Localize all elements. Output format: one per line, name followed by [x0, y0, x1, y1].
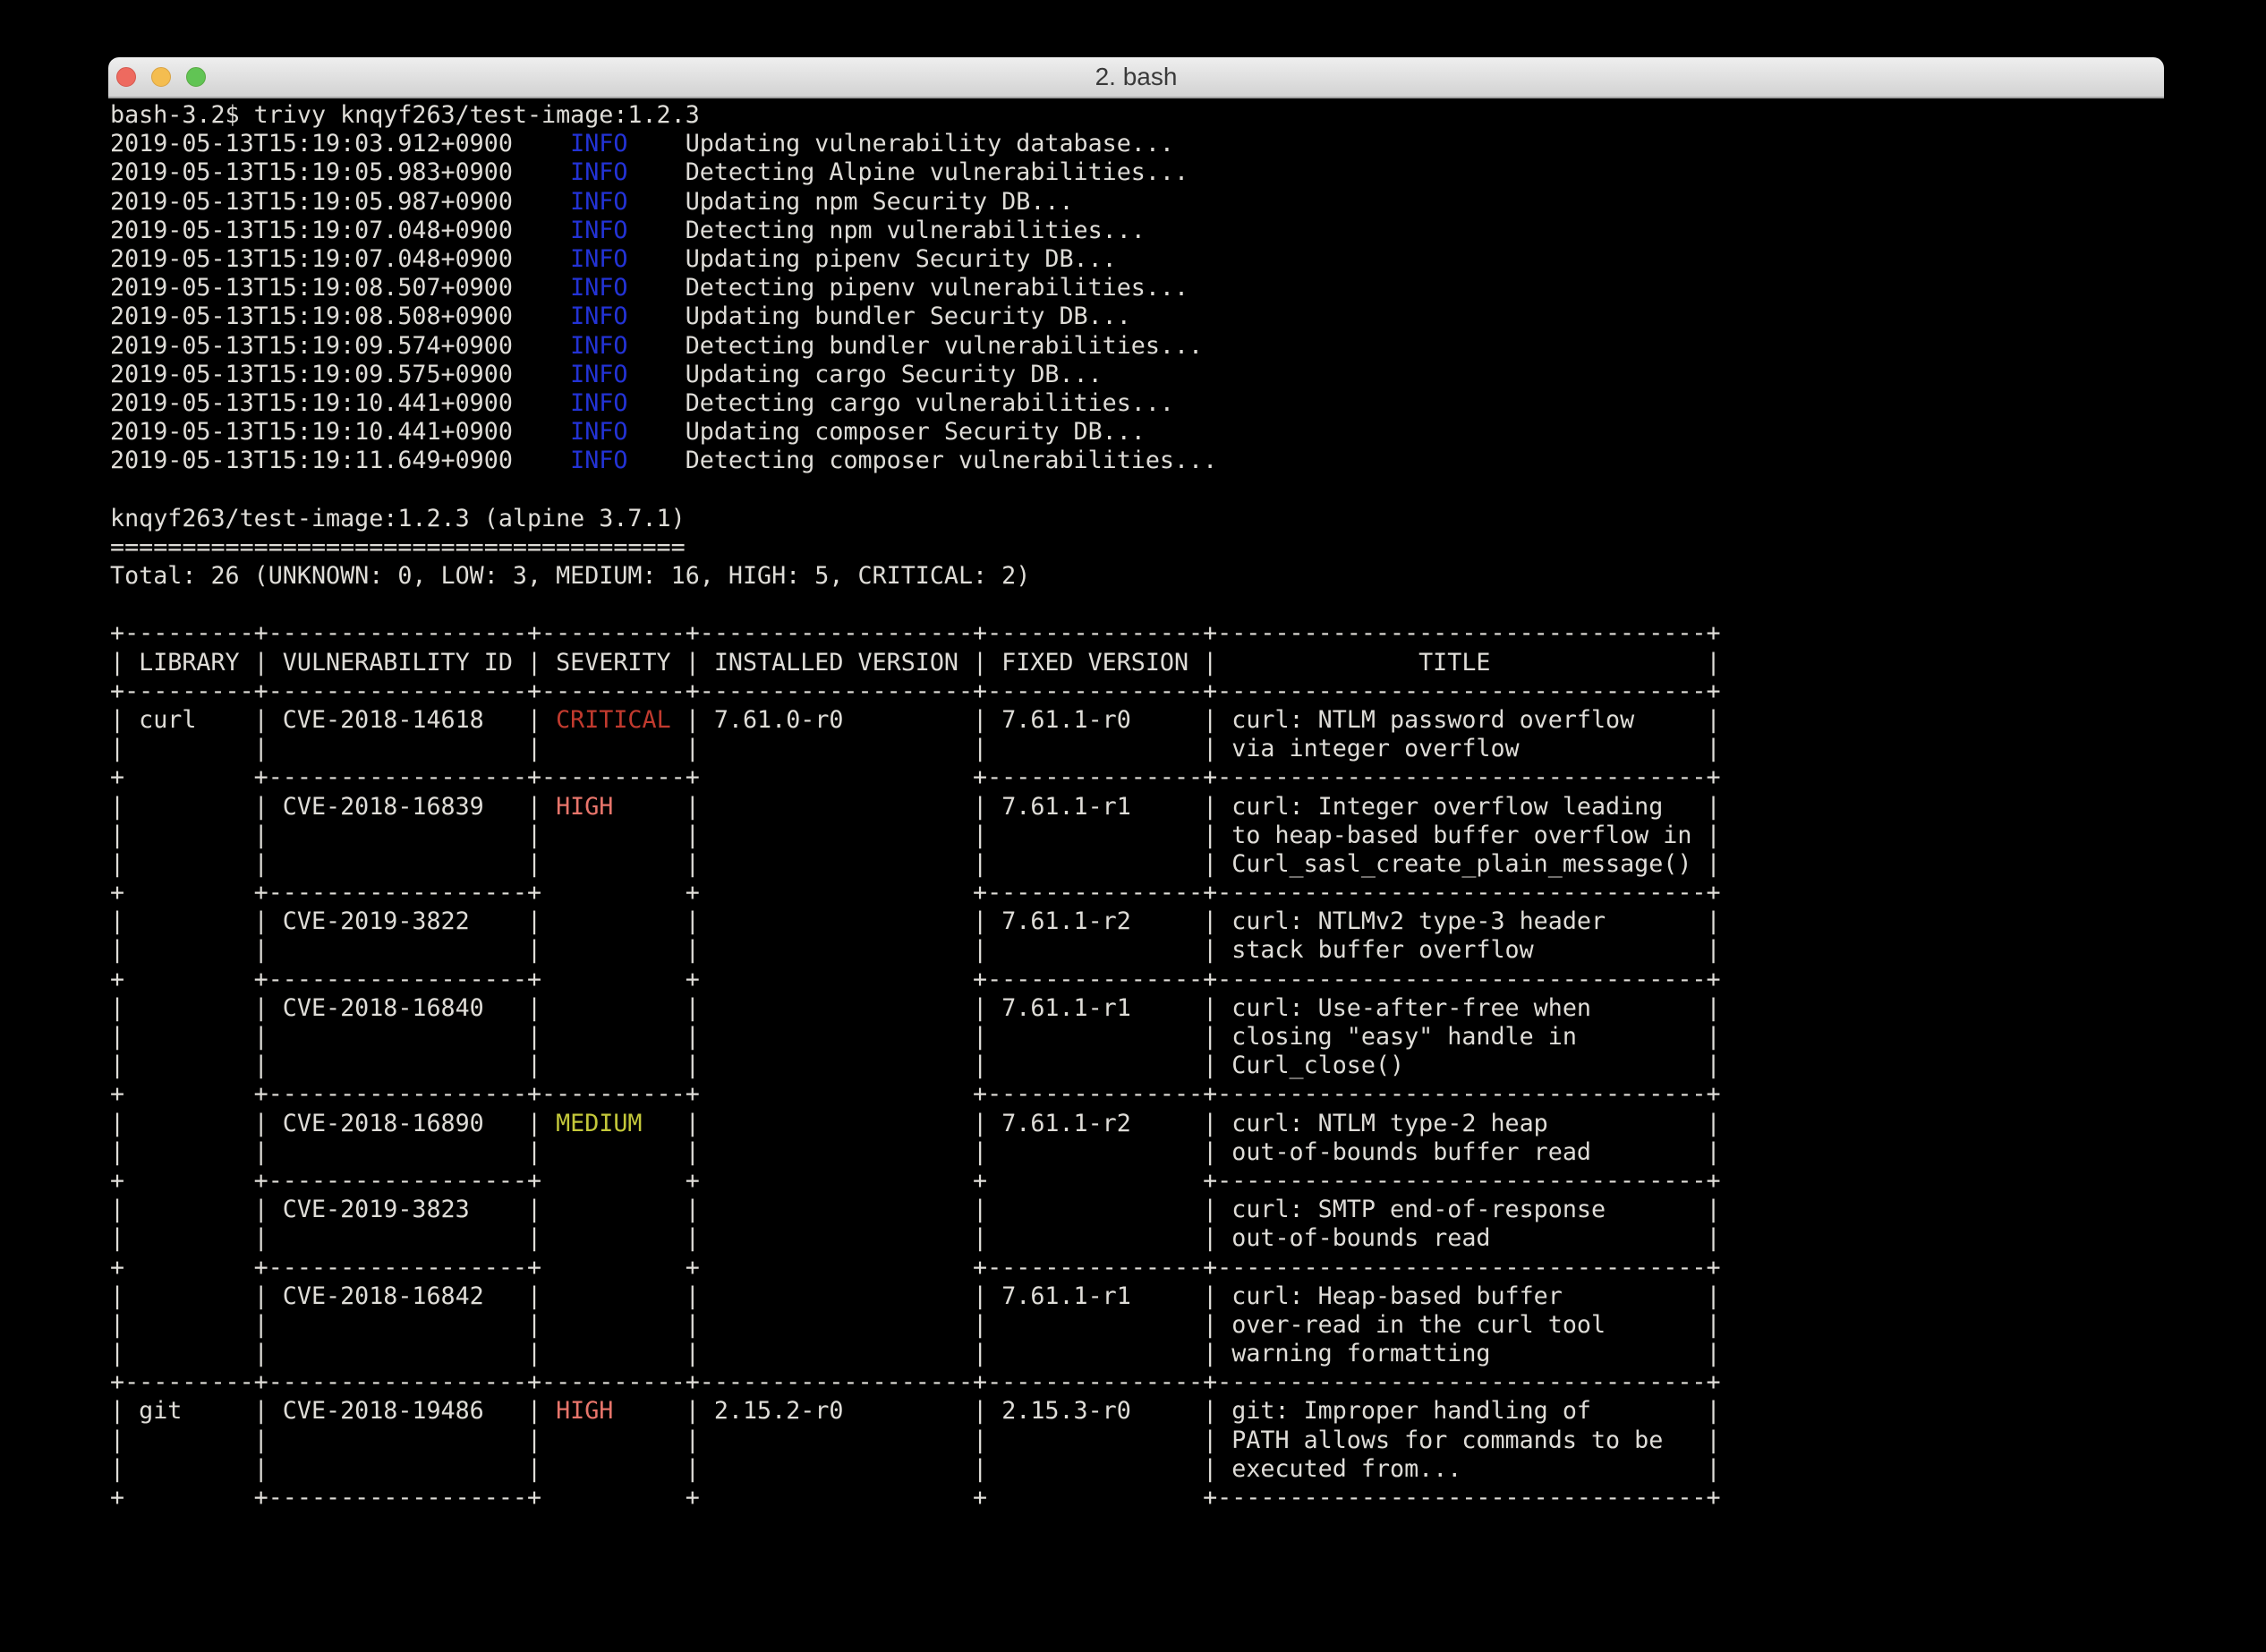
desktop-background: 2. bash bash-3.2$ trivy knqyf263/test-im… — [0, 0, 2266, 1652]
table-row-line: | | | | | | PATH allows for commands to … — [110, 1426, 2164, 1455]
table-header-separator: +---------+------------------+----------… — [110, 677, 2164, 706]
table-row-line: | | CVE-2019-3823 | | | | curl: SMTP end… — [110, 1196, 2164, 1224]
table-row-line: | git | CVE-2018-19486 | HIGH | 2.15.2-r… — [110, 1397, 2164, 1426]
table-row-line: | | | | | | closing "easy" handle in | — [110, 1023, 2164, 1052]
window-titlebar[interactable]: 2. bash — [108, 57, 2164, 98]
table-row-separator: + +------------------+ + +--------------… — [110, 879, 2164, 907]
log-line: 2019-05-13T15:19:05.983+0900 INFO Detect… — [110, 158, 2164, 187]
table-row-separator: + +------------------+ + +--------------… — [110, 1254, 2164, 1282]
table-row-line: | | | | | | out-of-bounds buffer read | — [110, 1138, 2164, 1167]
prompt-line: bash-3.2$ trivy knqyf263/test-image:1.2.… — [110, 101, 2164, 130]
traffic-lights — [116, 57, 206, 97]
log-line: 2019-05-13T15:19:07.048+0900 INFO Updati… — [110, 245, 2164, 274]
table-row-line: | | CVE-2018-16840 | | | 7.61.1-r1 | cur… — [110, 994, 2164, 1023]
log-line: 2019-05-13T15:19:11.649+0900 INFO Detect… — [110, 447, 2164, 475]
log-line: 2019-05-13T15:19:03.912+0900 INFO Updati… — [110, 130, 2164, 158]
log-line: 2019-05-13T15:19:08.508+0900 INFO Updati… — [110, 302, 2164, 331]
log-line: 2019-05-13T15:19:05.987+0900 INFO Updati… — [110, 188, 2164, 217]
table-row-line: | | CVE-2018-16842 | | | 7.61.1-r1 | cur… — [110, 1282, 2164, 1311]
table-row-separator: + +------------------+ + + +------------… — [110, 1484, 2164, 1512]
table-row-separator: + +------------------+ + + +------------… — [110, 1167, 2164, 1196]
window-title: 2. bash — [108, 57, 2164, 97]
table-row-separator: + +------------------+ + +--------------… — [110, 966, 2164, 994]
table-row-line: | | | | | | out-of-bounds read | — [110, 1224, 2164, 1253]
table-row-line: | | | | | | warning formatting | — [110, 1340, 2164, 1368]
minimize-button[interactable] — [151, 67, 171, 87]
close-button[interactable] — [116, 67, 136, 87]
report-underline: ======================================== — [110, 533, 2164, 562]
table-top-border: +---------+------------------+----------… — [110, 619, 2164, 648]
table-row-line: | | | | | | via integer overflow | — [110, 735, 2164, 763]
table-row-line: | | | | | | over-read in the curl tool | — [110, 1311, 2164, 1340]
table-row-line: | | CVE-2019-3822 | | | 7.61.1-r2 | curl… — [110, 907, 2164, 936]
table-header: | LIBRARY | VULNERABILITY ID | SEVERITY … — [110, 649, 2164, 677]
table-row-separator: + +------------------+----------+ +-----… — [110, 1080, 2164, 1109]
table-row-line: | | | | | | executed from... | — [110, 1455, 2164, 1484]
log-line: 2019-05-13T15:19:10.441+0900 INFO Detect… — [110, 389, 2164, 418]
table-row-line: | | | | | | Curl_sasl_create_plain_messa… — [110, 850, 2164, 879]
terminal-window: 2. bash bash-3.2$ trivy knqyf263/test-im… — [108, 57, 2164, 1652]
table-row-line: | | | | | | Curl_close() | — [110, 1052, 2164, 1080]
zoom-button[interactable] — [186, 67, 206, 87]
blank-line — [110, 591, 2164, 619]
log-line: 2019-05-13T15:19:10.441+0900 INFO Updati… — [110, 418, 2164, 447]
table-row-line: | | | | | | to heap-based buffer overflo… — [110, 822, 2164, 850]
table-row-separator: +---------+------------------+----------… — [110, 1368, 2164, 1397]
log-line: 2019-05-13T15:19:09.574+0900 INFO Detect… — [110, 332, 2164, 361]
report-target: knqyf263/test-image:1.2.3 (alpine 3.7.1) — [110, 505, 2164, 533]
table-row-line: | | CVE-2018-16890 | MEDIUM | | 7.61.1-r… — [110, 1110, 2164, 1138]
log-line: 2019-05-13T15:19:08.507+0900 INFO Detect… — [110, 274, 2164, 302]
blank-line — [110, 475, 2164, 504]
table-row-line: | | CVE-2018-16839 | HIGH | | 7.61.1-r1 … — [110, 793, 2164, 822]
table-row-separator: + +------------------+----------+ +-----… — [110, 763, 2164, 792]
table-row-line: | curl | CVE-2018-14618 | CRITICAL | 7.6… — [110, 706, 2164, 735]
log-line: 2019-05-13T15:19:09.575+0900 INFO Updati… — [110, 361, 2164, 389]
terminal-screen[interactable]: bash-3.2$ trivy knqyf263/test-image:1.2.… — [108, 98, 2164, 1512]
report-summary: Total: 26 (UNKNOWN: 0, LOW: 3, MEDIUM: 1… — [110, 562, 2164, 591]
table-row-line: | | | | | | stack buffer overflow | — [110, 936, 2164, 965]
log-line: 2019-05-13T15:19:07.048+0900 INFO Detect… — [110, 217, 2164, 245]
